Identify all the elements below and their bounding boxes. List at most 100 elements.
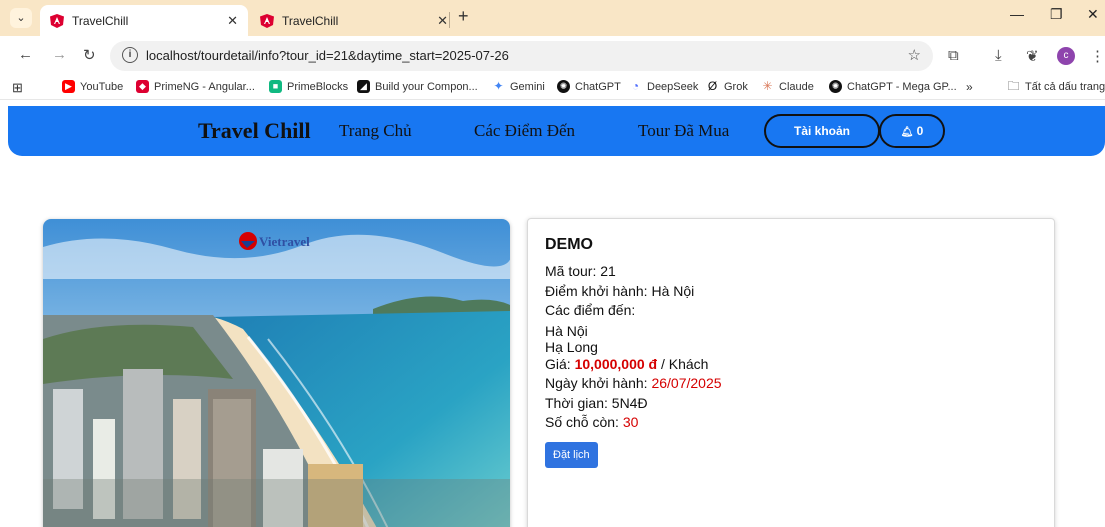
bookmark-label: Claude — [779, 80, 814, 93]
browser-tab[interactable]: TravelChill ✕ — [250, 5, 458, 36]
seats-label: Số chỗ còn: — [545, 414, 619, 430]
leaf-extension-icon[interactable]: ❦ — [1026, 47, 1039, 65]
price-row: Giá: 10,000,000 đ / Khách — [545, 355, 1037, 375]
tab-close-icon[interactable]: ✕ — [227, 13, 238, 29]
tab-search-dropdown-icon[interactable]: ⌄ — [10, 8, 32, 28]
vietravel-logo-text: Vietravel — [259, 234, 310, 249]
download-icon[interactable]: ⤓ — [995, 47, 1002, 64]
bookmark-chatgpt-mega[interactable]: ✺ ChatGPT - Mega GP... — [829, 80, 957, 93]
tour-image: Vietravel — [43, 219, 510, 527]
url-text[interactable]: localhost/tourdetail/info?tour_id=21&day… — [146, 48, 509, 63]
departure-label: Điểm khởi hành: — [545, 282, 648, 299]
bookmark-gemini[interactable]: ✦ Gemini — [492, 79, 545, 93]
price-unit: / Khách — [660, 355, 709, 372]
departure-value: Hà Nội — [651, 282, 695, 299]
start-date-value: 26/07/2025 — [651, 375, 722, 391]
notification-button[interactable]: 🔔︎ 0 — [879, 114, 945, 148]
tab-title: TravelChill — [72, 13, 129, 28]
duration-value: 5N4Đ — [611, 394, 648, 411]
youtube-icon: ▶ — [62, 80, 75, 93]
bookmark-primeblocks[interactable]: ■ PrimeBlocks — [269, 80, 348, 93]
grok-icon: Ø — [707, 79, 718, 93]
bookmark-label: Build your Compon... — [375, 80, 478, 93]
nav-purchased-tours[interactable]: Tour Đã Mua — [638, 121, 729, 141]
gemini-icon: ✦ — [493, 79, 504, 93]
deepseek-icon: ◔ — [631, 79, 640, 93]
chatgpt-icon: ✺ — [557, 80, 570, 93]
bookmark-primeng[interactable]: ◆ PrimeNG - Angular... — [136, 80, 255, 93]
extensions-icon[interactable]: ⧉ — [948, 47, 959, 64]
bookmark-label: DeepSeek — [647, 80, 699, 93]
browser-tab-active[interactable]: TravelChill ✕ — [40, 5, 248, 36]
apps-grid-icon[interactable]: ⊞ — [12, 80, 23, 96]
angular-favicon-icon — [50, 13, 64, 28]
build-icon: ◢ — [357, 80, 370, 93]
tour-code-label: Mã tour: — [545, 263, 597, 279]
duration-row: Thời gian: 5N4Đ — [545, 394, 1037, 414]
tour-code-row: Mã tour: 21 — [545, 262, 1037, 282]
all-bookmarks-folder[interactable]: 🗀 Tất cả dấu trang — [1007, 80, 1105, 93]
minimize-icon[interactable]: — — [1010, 6, 1024, 22]
price-value: 10,000,000 đ — [574, 355, 658, 372]
tab-separator — [449, 12, 450, 28]
seats-row: Số chỗ còn: 30 — [545, 413, 1037, 433]
start-date-label: Ngày khởi hành: — [545, 375, 648, 391]
close-window-icon[interactable]: ✕ — [1087, 6, 1099, 23]
vietravel-logo: Vietravel — [239, 232, 310, 250]
back-arrow-icon[interactable]: ← — [18, 46, 33, 63]
bookmark-label: PrimeBlocks — [287, 80, 349, 93]
new-tab-icon[interactable]: + — [458, 6, 469, 27]
bookmark-label: YouTube — [80, 80, 124, 93]
bookmark-youtube[interactable]: ▶ YouTube — [62, 80, 123, 93]
duration-label: Thời gian: — [545, 394, 608, 411]
bell-icon: 🔔︎ — [900, 127, 914, 138]
beach-city-photo: Vietravel — [43, 219, 510, 527]
menu-kebab-icon[interactable]: ⋮ — [1090, 47, 1105, 65]
reload-icon[interactable]: ↻ — [83, 46, 96, 64]
tab-close-icon[interactable]: ✕ — [437, 13, 448, 29]
tour-detail-card: DEMO Mã tour: 21 Điểm khởi hành: Hà Nội … — [527, 218, 1055, 527]
tour-code-value: 21 — [600, 263, 616, 279]
bookmark-grok[interactable]: Ø Grok — [706, 80, 748, 93]
departure-row: Điểm khởi hành: Hà Nội — [545, 282, 1037, 302]
forward-arrow-icon[interactable]: → — [52, 46, 67, 63]
bookmark-label: PrimeNG - Angular... — [154, 80, 255, 93]
browser-toolbar: ← → ↻ i localhost/tourdetail/info?tour_i… — [0, 36, 1105, 76]
tab-title: TravelChill — [282, 13, 339, 28]
bookmark-label: ChatGPT — [575, 80, 621, 93]
destination-item: Hạ Long — [545, 338, 598, 355]
nav-destinations[interactable]: Các Điểm Đến — [474, 121, 575, 141]
bookmark-label: ChatGPT - Mega GP... — [847, 80, 957, 93]
address-bar[interactable]: i localhost/tourdetail/info?tour_id=21&d… — [110, 41, 933, 71]
destinations-label: Các điểm đến: — [545, 302, 636, 318]
bookmark-star-icon[interactable]: ☆ — [908, 46, 921, 64]
bookmark-label: Gemini — [510, 80, 545, 93]
bookmark-build[interactable]: ◢ Build your Compon... — [357, 80, 478, 93]
angular-favicon-icon — [260, 13, 274, 28]
start-date-row: Ngày khởi hành: 26/07/2025 — [545, 374, 1037, 394]
bookmark-label: Tất cả dấu trang — [1025, 80, 1105, 93]
book-tour-button[interactable]: Đặt lịch — [545, 441, 598, 468]
primeng-icon: ◆ — [136, 80, 149, 93]
primeblocks-icon: ■ — [269, 80, 282, 93]
restore-icon[interactable]: ❐ — [1050, 6, 1063, 23]
chatgpt-icon: ✺ — [829, 80, 842, 93]
account-button[interactable]: Tài khoản — [764, 114, 880, 148]
bookmark-chatgpt[interactable]: ✺ ChatGPT — [557, 80, 621, 93]
site-header: Travel Chill Trang Chủ Các Điểm Đến Tour… — [8, 106, 1105, 156]
nav-home[interactable]: Trang Chủ — [339, 121, 412, 141]
site-info-icon[interactable]: i — [122, 47, 138, 63]
destination-item: Hà Nội — [545, 322, 588, 339]
browser-tab-bar: ⌄ TravelChill ✕ TravelChill ✕ + — ❐ ✕ — [0, 0, 1105, 36]
bookmarks-bar: ⊞ ▶ YouTube ◆ PrimeNG - Angular... ■ Pri… — [0, 76, 1105, 100]
brand-logo-text[interactable]: Travel Chill — [198, 118, 311, 144]
profile-avatar[interactable]: c — [1057, 47, 1075, 65]
folder-icon: 🗀 — [1007, 79, 1020, 93]
claude-icon: ✳ — [762, 79, 773, 93]
notification-count: 0 — [916, 124, 924, 138]
seats-value: 30 — [622, 414, 639, 430]
bookmark-deepseek[interactable]: ◔ DeepSeek — [629, 79, 699, 93]
bookmark-claude[interactable]: ✳ Claude — [761, 79, 814, 93]
more-bookmarks-icon[interactable]: » — [966, 80, 973, 94]
bookmark-label: Grok — [724, 80, 748, 93]
